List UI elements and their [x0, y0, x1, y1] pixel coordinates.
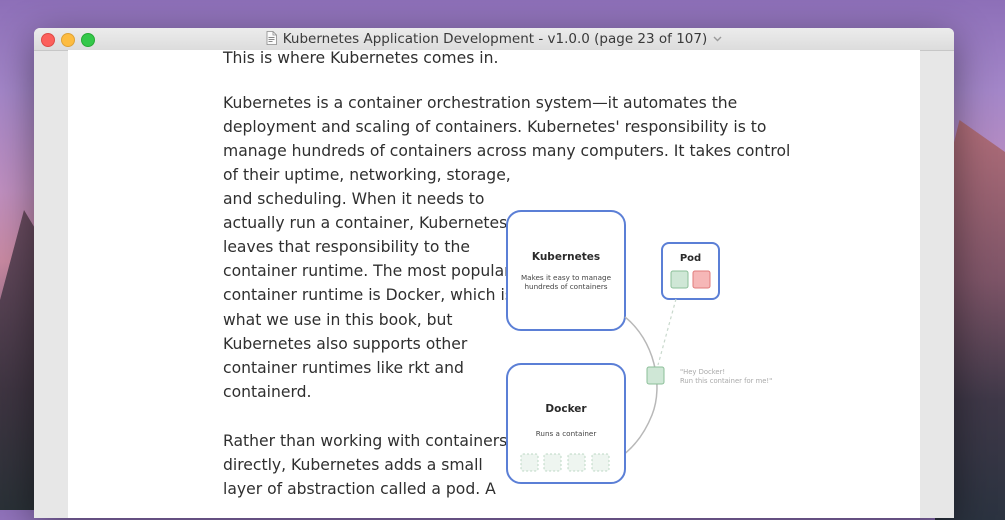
pod-box: [661, 242, 720, 300]
docker-slot: [520, 453, 539, 472]
pod-container-green: [670, 270, 689, 289]
text-line: Kubernetes is a container orchestration …: [223, 94, 738, 112]
text-line: container runtime is Docker, which is: [223, 286, 513, 304]
window-title-group[interactable]: Kubernetes Application Development - v1.…: [34, 31, 954, 47]
text-line: deployment and scaling of containers. Ku…: [223, 118, 767, 136]
diagram-note-line-2: Run this container for me!": [680, 377, 772, 385]
text-line: directly, Kubernetes adds a small: [223, 456, 483, 474]
text-line: container runtimes like rkt and: [223, 359, 464, 377]
kubernetes-box: [506, 210, 626, 331]
window-title: Kubernetes Application Development - v1.…: [282, 31, 708, 47]
text-line: container runtime. The most popular: [223, 262, 511, 280]
docker-box-title: Docker: [545, 403, 587, 415]
docker-slot: [567, 453, 586, 472]
kubernetes-docker-diagram: Kubernetes Makes it easy to manage hundr…: [506, 210, 772, 484]
document-icon: [266, 31, 277, 45]
text-line: leaves that responsibility to the: [223, 238, 470, 256]
pod-box-title: Pod: [680, 253, 701, 264]
text-line: actually run a container, Kubernetes: [223, 214, 508, 232]
text-line: Rather than working with containers: [223, 432, 508, 450]
kubernetes-box-desc-2: hundreds of containers: [524, 282, 607, 291]
text-line: and scheduling. When it needs to: [223, 190, 485, 208]
text-line: containerd.: [223, 383, 312, 401]
diagram-note-line-1: "Hey Docker!: [680, 368, 725, 376]
floating-container: [646, 366, 665, 385]
docker-slot: [543, 453, 562, 472]
text-line: layer of abstraction called a pod. A: [223, 480, 496, 498]
text-line: of their uptime, networking, storage,: [223, 166, 511, 184]
pod-container-red: [692, 270, 711, 289]
chevron-down-icon[interactable]: [713, 36, 722, 42]
text-line: Kubernetes also supports other: [223, 335, 468, 353]
text-line: what we use in this book, but: [223, 311, 453, 329]
kubernetes-box-desc-1: Makes it easy to manage: [521, 273, 612, 282]
pod-to-container-dashed-line: [657, 298, 677, 366]
document-page[interactable]: This is where Kubernetes comes in. Kuber…: [68, 49, 920, 518]
reader-window: Kubernetes Application Development - v1.…: [34, 28, 954, 518]
kubernetes-box-title: Kubernetes: [532, 251, 600, 263]
text-line: manage hundreds of containers across man…: [223, 142, 791, 160]
docker-box-desc: Runs a container: [536, 429, 597, 438]
text-line: This is where Kubernetes comes in.: [223, 49, 499, 67]
docker-slot: [591, 453, 610, 472]
